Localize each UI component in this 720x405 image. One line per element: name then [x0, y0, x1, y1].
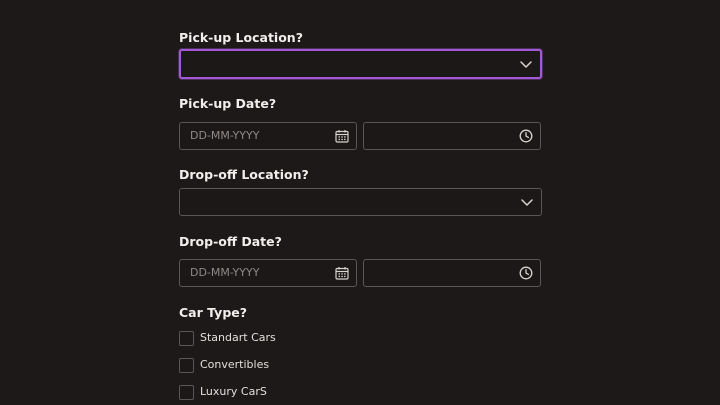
dropoff-location-select[interactable] [179, 188, 542, 216]
convertibles-checkbox[interactable] [179, 358, 194, 373]
dropoff-time-input[interactable] [363, 259, 541, 287]
chevron-down-icon [521, 199, 533, 206]
luxury-cars-checkbox[interactable] [179, 385, 194, 400]
chevron-down-icon [520, 61, 532, 68]
clock-icon[interactable] [519, 129, 533, 143]
pickup-date-placeholder: DD-MM-YYYY [190, 129, 260, 142]
standard-cars-checkbox[interactable] [179, 331, 194, 346]
car-type-label: Car Type? [179, 305, 247, 320]
calendar-icon[interactable] [335, 266, 349, 280]
pickup-date-input[interactable]: DD-MM-YYYY [179, 122, 357, 150]
pickup-location-select[interactable] [179, 49, 542, 79]
clock-icon[interactable] [519, 266, 533, 280]
convertibles-label[interactable]: Convertibles [200, 358, 269, 371]
dropoff-location-label: Drop-off Location? [179, 167, 309, 182]
calendar-icon[interactable] [335, 129, 349, 143]
dropoff-date-input[interactable]: DD-MM-YYYY [179, 259, 357, 287]
standard-cars-label[interactable]: Standart Cars [200, 331, 276, 344]
dropoff-date-label: Drop-off Date? [179, 234, 282, 249]
luxury-cars-label[interactable]: Luxury CarS [200, 385, 267, 398]
pickup-date-label: Pick-up Date? [179, 96, 277, 111]
dropoff-date-placeholder: DD-MM-YYYY [190, 266, 260, 279]
pickup-location-label: Pick-up Location? [179, 30, 303, 45]
pickup-time-input[interactable] [363, 122, 541, 150]
